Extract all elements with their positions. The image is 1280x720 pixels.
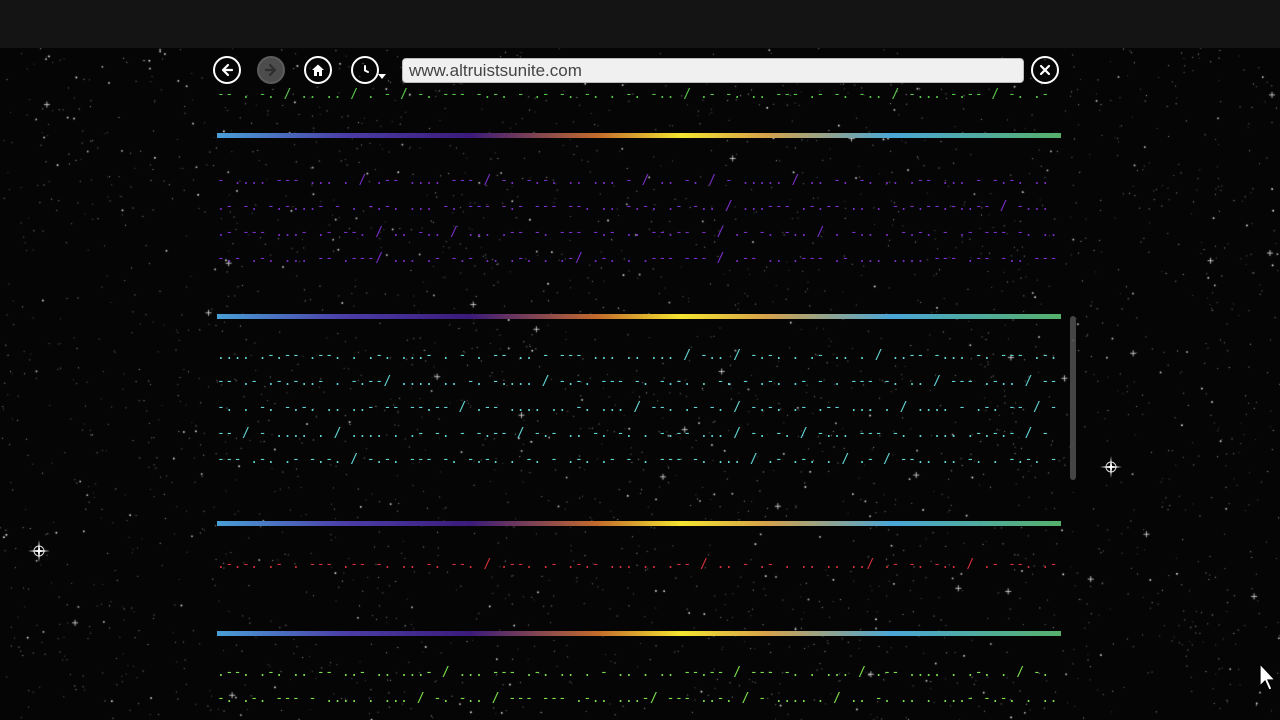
home-icon <box>312 64 324 76</box>
arrow-left-icon <box>221 63 234 77</box>
rainbow-divider-3 <box>217 521 1061 526</box>
history-dropdown-caret[interactable] <box>378 74 386 79</box>
scrollbar[interactable] <box>1070 316 1076 480</box>
rainbow-divider-4 <box>217 631 1061 636</box>
morse-block-red: .-.-. .- . --- .-- -. .. -. --. / .--. .… <box>217 557 1058 572</box>
clock-icon <box>364 65 369 73</box>
close-button[interactable] <box>1031 56 1059 84</box>
history-button[interactable] <box>351 56 379 84</box>
home-button[interactable] <box>304 56 332 84</box>
morse-block-green: .--. .-. .. -- ..- .. ...- / ... --- .-.… <box>217 665 1058 706</box>
back-button[interactable] <box>213 56 241 84</box>
forward-button[interactable] <box>257 56 285 84</box>
url-text: www.altruistsunite.com <box>409 61 582 80</box>
close-icon <box>1039 64 1051 76</box>
sparkle-icon <box>1100 456 1122 478</box>
mouse-cursor-icon <box>1259 662 1277 691</box>
morse-block-purple: - .... --- ... . / .-- .... --- / -. -.-… <box>217 173 1058 266</box>
page-content: -- . -. / .. .. / . - / -. --- -.-. - .-… <box>217 88 1061 720</box>
morse-line-top: -- . -. / .. .. / . - / -. --- -.-. - .-… <box>217 88 1050 102</box>
top-bar <box>0 0 1280 48</box>
url-bar[interactable]: www.altruistsunite.com <box>402 58 1024 83</box>
morse-block-cyan: .... .-.-- .--. . .-. ...- . - . -- .. -… <box>217 348 1058 467</box>
arrow-right-icon <box>264 63 277 77</box>
rainbow-divider-1 <box>217 133 1061 138</box>
rainbow-divider-2 <box>217 314 1061 319</box>
sparkle-icon <box>28 540 50 562</box>
